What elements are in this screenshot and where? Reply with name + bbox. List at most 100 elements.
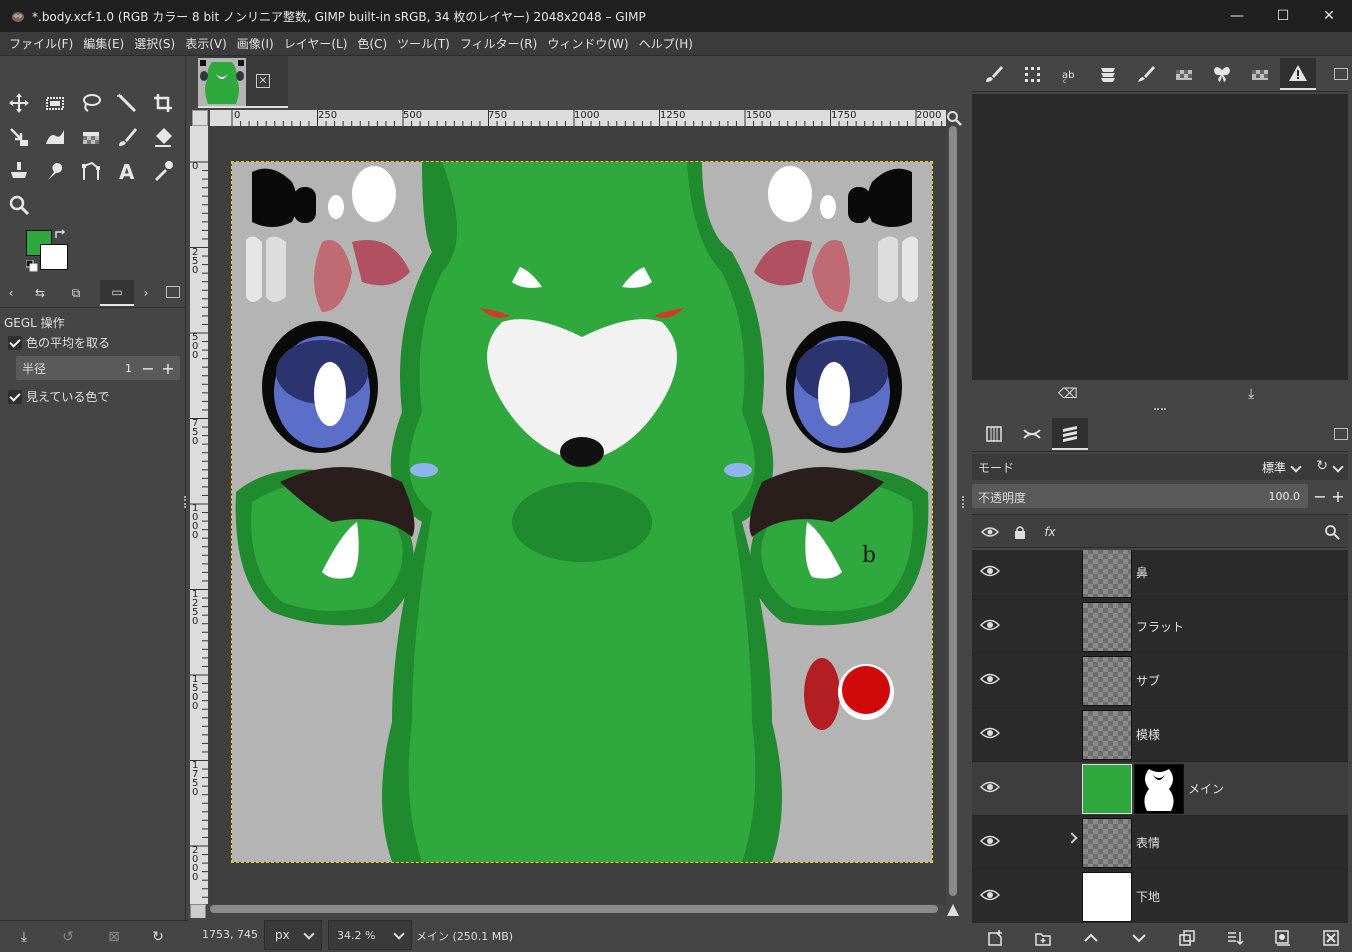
average-color-option[interactable]: 色の平均を取る bbox=[8, 334, 110, 351]
horizontal-ruler[interactable]: 0 250 500 750 1000 1250 1500 1750 2000 bbox=[210, 110, 946, 126]
tab-undo-history-icon[interactable]: ⇆ bbox=[26, 280, 54, 306]
radius-increase-button[interactable]: + bbox=[158, 356, 178, 380]
menu-tools[interactable]: ツール(T) bbox=[392, 35, 455, 52]
paintbrush-tool-icon[interactable] bbox=[112, 122, 142, 152]
visible-colors-checkbox[interactable] bbox=[8, 389, 22, 404]
maximize-button[interactable]: ☐ bbox=[1260, 0, 1306, 32]
layer-row[interactable]: 表情 bbox=[972, 816, 1348, 870]
paths-tool-icon[interactable] bbox=[76, 156, 106, 186]
horizontal-scrollbar-thumb[interactable] bbox=[210, 905, 938, 913]
layer-mode-selector[interactable]: モード 標準 ↻ bbox=[972, 454, 1348, 480]
close-image-tab-icon[interactable]: ✕ bbox=[256, 74, 270, 88]
tab-scroll-left-icon[interactable]: ‹ bbox=[0, 280, 22, 306]
tab-brush-dynamics-icon[interactable] bbox=[1014, 58, 1050, 90]
average-color-checkbox[interactable] bbox=[8, 335, 22, 350]
new-layer-icon[interactable] bbox=[984, 927, 1006, 949]
layer-row[interactable]: 模様 bbox=[972, 708, 1348, 762]
radius-value[interactable]: 1 bbox=[125, 362, 132, 375]
move-tool-icon[interactable] bbox=[4, 88, 34, 118]
horizontal-scrollbar[interactable] bbox=[210, 904, 946, 914]
zoom-image-icon[interactable] bbox=[946, 110, 962, 126]
smudge-tool-icon[interactable] bbox=[40, 156, 70, 186]
image-canvas[interactable]: b bbox=[231, 161, 933, 863]
panel-menu-icon[interactable] bbox=[1334, 428, 1348, 440]
layer-name[interactable]: メイン bbox=[1188, 780, 1224, 797]
layer-row[interactable]: メイン bbox=[972, 762, 1348, 816]
lock-icon[interactable] bbox=[1010, 523, 1030, 541]
delete-layer-icon[interactable] bbox=[1320, 927, 1342, 949]
eye-icon[interactable] bbox=[980, 834, 1000, 848]
layer-name[interactable]: 下地 bbox=[1136, 888, 1160, 905]
tab-tool-presets-icon[interactable] bbox=[1090, 58, 1126, 90]
search-icon[interactable] bbox=[1322, 523, 1342, 541]
menu-help[interactable]: ヘルプ(H) bbox=[634, 35, 698, 52]
tab-paint-dynamics-icon[interactable] bbox=[1128, 58, 1164, 90]
menu-file[interactable]: ファイル(F) bbox=[4, 35, 78, 52]
menu-image[interactable]: 画像(I) bbox=[232, 35, 279, 52]
close-button[interactable]: ✕ bbox=[1306, 0, 1352, 32]
vertical-scrollbar-thumb[interactable] bbox=[949, 126, 957, 896]
save-errors-icon[interactable]: ⤓ bbox=[1248, 386, 1268, 406]
tab-error-console-icon[interactable] bbox=[1280, 58, 1316, 90]
menu-layer[interactable]: レイヤー(L) bbox=[279, 35, 353, 52]
rect-select-tool-icon[interactable] bbox=[40, 88, 70, 118]
layer-name[interactable]: 表情 bbox=[1136, 834, 1160, 851]
text-tool-icon[interactable]: A bbox=[112, 156, 142, 186]
mode-value[interactable]: 標準 bbox=[1262, 459, 1286, 476]
merge-layer-icon[interactable] bbox=[1224, 927, 1246, 949]
tab-butterfly-icon[interactable] bbox=[1204, 58, 1240, 90]
eye-icon[interactable] bbox=[980, 780, 1000, 794]
layer-row[interactable]: フラット bbox=[972, 600, 1348, 654]
menu-view[interactable]: 表示(V) bbox=[180, 35, 232, 52]
eye-icon[interactable] bbox=[980, 523, 1000, 541]
chevron-right-icon[interactable] bbox=[1066, 832, 1078, 844]
duplicate-layer-icon[interactable] bbox=[1176, 927, 1198, 949]
delete-options-icon[interactable]: ⊠ bbox=[104, 927, 124, 947]
layer-mask-thumbnail[interactable] bbox=[1134, 764, 1184, 814]
clone-tool-icon[interactable] bbox=[4, 156, 34, 186]
bucket-fill-tool-icon[interactable] bbox=[76, 122, 106, 152]
layer-name[interactable]: 鼻 bbox=[1136, 564, 1148, 581]
eye-icon[interactable] bbox=[980, 564, 1000, 578]
tab-layers-icon[interactable] bbox=[1052, 418, 1088, 450]
reset-colors-icon[interactable] bbox=[26, 260, 38, 272]
background-color-swatch[interactable] bbox=[40, 244, 68, 270]
clear-errors-icon[interactable]: ⌫ bbox=[1058, 386, 1078, 406]
opacity-slider[interactable]: 不透明度 100.0 bbox=[972, 484, 1308, 508]
menu-edit[interactable]: 編集(E) bbox=[78, 35, 129, 52]
composite-mode-icon[interactable]: ↻ bbox=[1316, 458, 1328, 474]
minimize-button[interactable]: — bbox=[1214, 0, 1260, 32]
radius-spinner[interactable]: 半径 1 − + bbox=[16, 356, 180, 380]
color-picker-tool-icon[interactable] bbox=[148, 156, 178, 186]
transform-tool-icon[interactable] bbox=[4, 122, 34, 152]
opacity-decrease-button[interactable]: − bbox=[1310, 484, 1330, 508]
tab-fonts-icon[interactable]: ab c bbox=[1052, 58, 1088, 90]
eraser-tool-icon[interactable] bbox=[148, 122, 178, 152]
layer-name[interactable]: 模様 bbox=[1136, 726, 1160, 743]
layer-row[interactable]: 下地 bbox=[972, 870, 1348, 924]
eye-icon[interactable] bbox=[980, 888, 1000, 902]
layer-row[interactable]: 鼻 bbox=[972, 550, 1348, 600]
tab-patterns-icon[interactable] bbox=[1166, 58, 1202, 90]
right-dock-grip[interactable] bbox=[962, 496, 964, 508]
zoom-value[interactable]: 34.2 % bbox=[337, 929, 375, 942]
tab-images-icon[interactable]: ⧉ bbox=[62, 280, 90, 306]
dock-separator-grip[interactable] bbox=[1154, 408, 1166, 410]
crop-tool-icon[interactable] bbox=[148, 88, 178, 118]
menu-select[interactable]: 選択(S) bbox=[129, 35, 180, 52]
opacity-value[interactable]: 100.0 bbox=[1269, 490, 1301, 503]
swap-colors-icon[interactable] bbox=[54, 228, 68, 242]
fuzzy-select-tool-icon[interactable] bbox=[112, 88, 142, 118]
left-dock-grip[interactable] bbox=[184, 496, 186, 508]
menu-filters[interactable]: フィルター(R) bbox=[455, 35, 542, 52]
layer-row[interactable]: サブ bbox=[972, 654, 1348, 708]
panel-menu-icon[interactable] bbox=[1334, 68, 1348, 80]
quick-mask-toggle[interactable] bbox=[192, 110, 208, 126]
layer-name[interactable]: サブ bbox=[1136, 672, 1160, 689]
menu-colors[interactable]: 色(C) bbox=[352, 35, 392, 52]
visible-colors-option[interactable]: 見えている色で bbox=[8, 388, 109, 405]
eye-icon[interactable] bbox=[980, 672, 1000, 686]
raise-layer-icon[interactable] bbox=[1080, 927, 1102, 949]
tab-gradients-icon[interactable] bbox=[1242, 58, 1278, 90]
fx-icon[interactable]: fx bbox=[1040, 523, 1060, 541]
